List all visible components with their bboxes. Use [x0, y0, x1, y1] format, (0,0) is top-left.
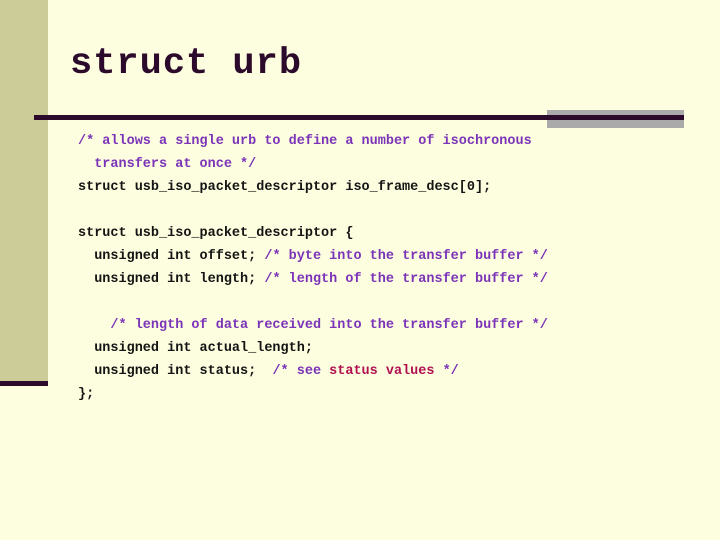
slide: struct urb /* allows a single urb to def… — [0, 0, 720, 540]
page-title: struct urb — [70, 43, 303, 85]
code-line: }; — [78, 383, 698, 406]
code-line: transfers at once */ — [78, 153, 698, 176]
code-line: /* allows a single urb to define a numbe… — [78, 130, 698, 153]
code-line: unsigned int offset; /* byte into the tr… — [78, 245, 698, 268]
code-block: /* allows a single urb to define a numbe… — [78, 130, 698, 406]
code-comment: /* see — [272, 364, 330, 379]
code-text: unsigned int length; — [94, 272, 265, 287]
code-text: unsigned int offset; — [94, 249, 265, 264]
code-text: struct usb_iso_packet_descriptor { — [78, 226, 354, 241]
code-text: unsigned int status; — [94, 364, 273, 379]
sidebar-decoration-cap — [0, 381, 48, 386]
code-line: struct usb_iso_packet_descriptor iso_fra… — [78, 176, 698, 199]
code-text: }; — [78, 387, 95, 402]
code-comment: /* byte into the transfer buffer */ — [264, 249, 548, 264]
code-text: unsigned int actual_length; — [94, 341, 313, 356]
code-comment: /* length of data received into the tran… — [110, 318, 548, 333]
title-divider — [34, 106, 684, 128]
code-status-highlight: status values — [329, 364, 435, 379]
code-comment: */ — [434, 364, 459, 379]
code-line: unsigned int length; /* length of the tr… — [78, 268, 698, 291]
code-comment: transfers at once */ — [94, 157, 257, 172]
sidebar-decoration-bar — [0, 0, 48, 381]
code-comment: /* length of the transfer buffer */ — [264, 272, 548, 287]
code-line: /* length of data received into the tran… — [78, 314, 698, 337]
code-line: unsigned int status; /* see status value… — [78, 360, 698, 383]
code-line: struct usb_iso_packet_descriptor { — [78, 222, 698, 245]
code-comment: /* allows a single urb to define a numbe… — [78, 134, 532, 149]
code-text: struct usb_iso_packet_descriptor iso_fra… — [78, 180, 492, 195]
code-line: unsigned int actual_length; — [78, 337, 698, 360]
title-divider-line — [34, 115, 684, 120]
